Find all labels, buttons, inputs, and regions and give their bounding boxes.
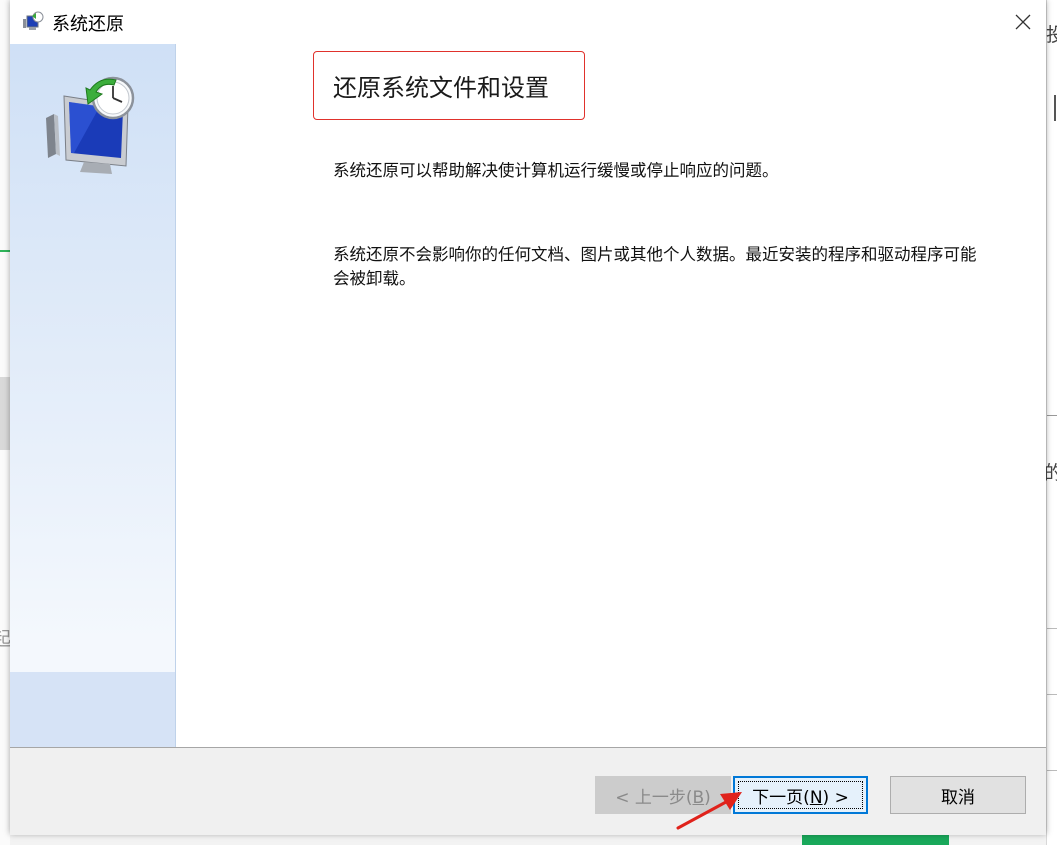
cancel-button-label: 取消 — [941, 787, 975, 808]
description-text: 系统还原可以帮助解决使计算机运行缓慢或停止响应的问题。 — [333, 161, 779, 180]
wizard-footer: < 上一步(B) 下一页(N) > 取消 — [10, 747, 1046, 835]
background-divider — [1047, 694, 1057, 695]
system-restore-monitor-clock-icon — [46, 76, 135, 174]
background-window-right — [1046, 0, 1057, 845]
cancel-button[interactable]: 取消 — [890, 776, 1026, 814]
background-divider — [1047, 770, 1057, 771]
system-restore-icon — [23, 11, 44, 30]
background-green-button — [802, 835, 949, 845]
red-arrow-icon — [676, 792, 742, 830]
page-heading: 还原系统文件和设置 — [333, 74, 549, 102]
title-bar[interactable]: 系统还原 — [10, 0, 1046, 44]
focus-rectangle — [738, 781, 863, 809]
data-notice-text: 系统还原不会影响你的任何文档、图片或其他个人数据。最近安装的程序和驱动程序可能会… — [333, 245, 977, 288]
sidebar-footer-band — [10, 672, 175, 747]
window-title: 系统还原 — [52, 14, 124, 35]
next-button[interactable]: 下一页(N) > — [733, 776, 868, 814]
background-divider — [1047, 628, 1057, 629]
background-text-right-top: 投 — [1046, 24, 1057, 46]
close-icon — [1015, 14, 1031, 30]
wizard-sidebar — [10, 44, 176, 747]
system-restore-dialog: 系统还原 还原系统文件和设置 系统还原可以帮助解决使计算机运行缓慢或停止响应的问… — [10, 0, 1046, 835]
background-divider — [1047, 415, 1057, 416]
background-gray-block — [0, 377, 10, 450]
background-divider — [1054, 95, 1056, 121]
close-button[interactable] — [1000, 0, 1046, 44]
